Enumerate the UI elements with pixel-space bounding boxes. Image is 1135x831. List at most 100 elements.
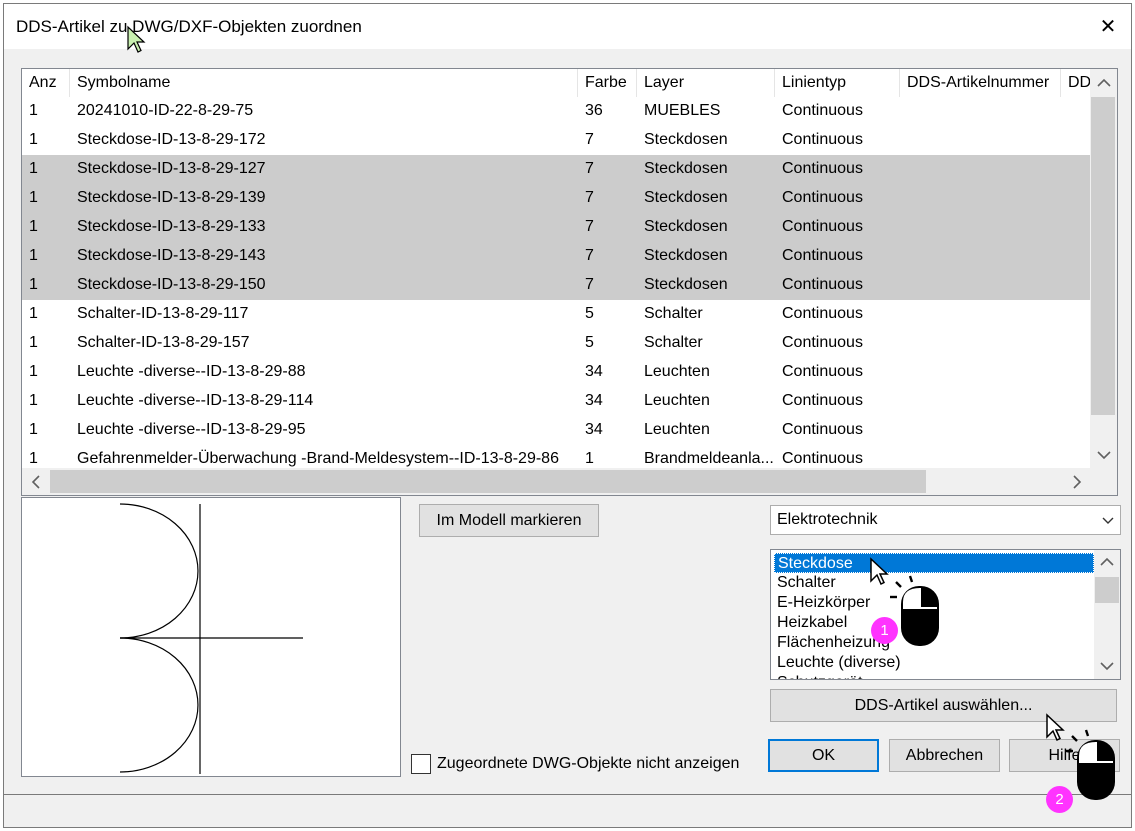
table-cell-layer: Brandmeldeanla... bbox=[644, 450, 774, 467]
column-header-dds-artikelnummer[interactable]: DDS-Artikelnummer bbox=[900, 69, 1061, 97]
table-row[interactable]: 1 Schalter-ID-13-8-29-157 5 Schalter Continu… bbox=[22, 329, 1090, 358]
mark-in-model-button[interactable]: Im Modell markieren bbox=[419, 504, 599, 537]
table-row[interactable]: 1 Leuchte -diverse--ID-13-8-29-114 34 Leuch… bbox=[22, 387, 1090, 416]
annotation-marker-1: 1 bbox=[871, 617, 898, 644]
table-cell-linientyp: Continuous bbox=[782, 421, 863, 438]
table-cell-layer: Leuchten bbox=[644, 363, 710, 380]
table-cell-symbol: Leuchte -diverse--ID-13-8-29-114 bbox=[77, 392, 314, 409]
table-row[interactable]: 1 Schalter-ID-13-8-29-117 5 Schalter Continu… bbox=[22, 300, 1090, 329]
table-cell-layer: Leuchten bbox=[644, 421, 710, 438]
scroll-down-button[interactable] bbox=[1090, 441, 1117, 468]
table-row[interactable]: 1 Leuchte -diverse--ID-13-8-29-95 34 Leucht… bbox=[22, 416, 1090, 445]
table-cell-farbe: 7 bbox=[585, 247, 594, 264]
table-cell-anz: 1 bbox=[29, 218, 38, 235]
table-cell-farbe: 1 bbox=[585, 450, 594, 467]
table-cell-linientyp: Continuous bbox=[782, 218, 863, 235]
listbox-item[interactable]: Schutzgerät bbox=[774, 673, 862, 679]
annotation-marker-2: 2 bbox=[1046, 786, 1073, 813]
close-button[interactable]: ✕ bbox=[1085, 4, 1131, 49]
table-horizontal-scrollbar[interactable] bbox=[22, 468, 1090, 495]
table-cell-anz: 1 bbox=[29, 247, 38, 264]
table-cell-layer: Steckdosen bbox=[644, 247, 728, 264]
table-cell-symbol: Gefahrenmelder-Überwachung -Brand-Meldes… bbox=[77, 450, 559, 467]
chevron-up-icon bbox=[1100, 557, 1114, 566]
chevron-up-icon bbox=[1096, 78, 1111, 87]
table-cell-layer: Steckdosen bbox=[644, 160, 728, 177]
column-header-dd[interactable]: DD bbox=[1061, 69, 1090, 97]
scroll-up-button[interactable] bbox=[1090, 69, 1117, 96]
table-cell-symbol: Steckdose-ID-13-8-29-150 bbox=[77, 276, 266, 293]
column-header-farbe[interactable]: Farbe bbox=[578, 69, 637, 97]
hide-assigned-checkbox[interactable] bbox=[411, 754, 431, 774]
table-row[interactable]: 1 Steckdose-ID-13-8-29-133 7 Steckdosen Cont… bbox=[22, 213, 1090, 242]
table-cell-linientyp: Continuous bbox=[782, 102, 863, 119]
table-cell-symbol: Schalter-ID-13-8-29-117 bbox=[77, 305, 249, 322]
table-cell-layer: Schalter bbox=[644, 334, 703, 351]
listbox-item[interactable]: Steckdose bbox=[774, 553, 1094, 573]
listbox-item[interactable]: Heizkabel bbox=[774, 613, 847, 633]
table-row[interactable]: 1 Steckdose-ID-13-8-29-172 7 Steckdosen Cont… bbox=[22, 126, 1090, 155]
scroll-right-button[interactable] bbox=[1063, 468, 1090, 495]
table-row[interactable]: 1 Gefahrenmelder-Überwachung -Brand-Melde… bbox=[22, 445, 1090, 468]
table-cell-symbol: Steckdose-ID-13-8-29-133 bbox=[77, 218, 266, 235]
column-header-anz[interactable]: Anz bbox=[22, 69, 70, 97]
horizontal-scroll-thumb[interactable] bbox=[50, 470, 926, 493]
table-row[interactable]: 1 Steckdose-ID-13-8-29-127 7 Steckdosen Cont… bbox=[22, 155, 1090, 184]
table-cell-farbe: 5 bbox=[585, 334, 594, 351]
table-cell-layer: Schalter bbox=[644, 305, 703, 322]
table-cell-linientyp: Continuous bbox=[782, 450, 863, 467]
listbox-scroll-up-button[interactable] bbox=[1094, 550, 1120, 574]
column-header-linientyp[interactable]: Linientyp bbox=[775, 69, 900, 97]
ok-button[interactable]: OK bbox=[768, 739, 879, 772]
hide-assigned-checkbox-label: Zugeordnete DWG-Objekte nicht anzeigen bbox=[437, 755, 740, 772]
table-cell-layer: MUEBLES bbox=[644, 102, 721, 119]
chevron-down-icon bbox=[1096, 450, 1111, 459]
table-row[interactable]: 1 Steckdose-ID-13-8-29-150 7 Steckdosen Cont… bbox=[22, 271, 1090, 300]
listbox-scrollbar[interactable] bbox=[1094, 550, 1120, 679]
cancel-button[interactable]: Abbrechen bbox=[889, 739, 1000, 772]
table-row[interactable]: 1 Steckdose-ID-13-8-29-139 7 Steckdosen Cont… bbox=[22, 184, 1090, 213]
hide-assigned-checkbox-row[interactable]: Zugeordnete DWG-Objekte nicht anzeigen bbox=[411, 752, 739, 776]
table-cell-anz: 1 bbox=[29, 189, 38, 206]
column-header-symbolname[interactable]: Symbolname bbox=[70, 69, 578, 97]
table-vertical-scrollbar[interactable] bbox=[1090, 69, 1117, 468]
dialog-window: DDS-Artikel zu DWG/DXF-Objekten zuordnen… bbox=[3, 3, 1132, 795]
listbox-item[interactable]: Leuchte (diverse) bbox=[774, 653, 901, 673]
table-cell-farbe: 7 bbox=[585, 218, 594, 235]
table-cell-symbol: Leuchte -diverse--ID-13-8-29-88 bbox=[77, 363, 306, 380]
symbol-table[interactable]: Anz Symbolname Farbe Layer Linientyp DDS… bbox=[21, 68, 1118, 496]
table-cell-farbe: 34 bbox=[585, 363, 603, 380]
symbol-preview bbox=[21, 497, 401, 777]
column-header-layer[interactable]: Layer bbox=[637, 69, 775, 97]
table-cell-farbe: 7 bbox=[585, 131, 594, 148]
table-row[interactable]: 1 Leuchte -diverse--ID-13-8-29-88 34 Leucht… bbox=[22, 358, 1090, 387]
scrollbar-corner bbox=[1090, 468, 1117, 495]
table-header: Anz Symbolname Farbe Layer Linientyp DDS… bbox=[22, 69, 1090, 97]
table-cell-farbe: 7 bbox=[585, 160, 594, 177]
listbox-scroll-thumb[interactable] bbox=[1095, 577, 1119, 603]
category-dropdown[interactable]: Elektrotechnik bbox=[770, 505, 1121, 535]
table-cell-symbol: Steckdose-ID-13-8-29-139 bbox=[77, 189, 266, 206]
table-cell-anz: 1 bbox=[29, 276, 38, 293]
table-row[interactable]: 1 20241010-ID-22-8-29-75 36 MUEBLES Continuo… bbox=[22, 97, 1090, 126]
table-cell-linientyp: Continuous bbox=[782, 276, 863, 293]
table-cell-anz: 1 bbox=[29, 102, 38, 119]
table-row[interactable]: 1 Steckdose-ID-13-8-29-143 7 Steckdosen Cont… bbox=[22, 242, 1090, 271]
table-cell-anz: 1 bbox=[29, 421, 38, 438]
table-cell-linientyp: Continuous bbox=[782, 305, 863, 322]
table-cell-farbe: 7 bbox=[585, 189, 594, 206]
listbox-item[interactable]: E-Heizkörper bbox=[774, 593, 870, 613]
scroll-left-button[interactable] bbox=[22, 468, 49, 495]
table-cell-layer: Steckdosen bbox=[644, 218, 728, 235]
table-cell-farbe: 36 bbox=[585, 102, 603, 119]
table-cell-layer: Steckdosen bbox=[644, 276, 728, 293]
table-cell-farbe: 34 bbox=[585, 421, 603, 438]
table-cell-symbol: Schalter-ID-13-8-29-157 bbox=[77, 334, 250, 351]
listbox-item[interactable]: Schalter bbox=[774, 573, 836, 593]
vertical-scroll-thumb[interactable] bbox=[1091, 97, 1115, 415]
listbox-scroll-down-button[interactable] bbox=[1094, 654, 1120, 678]
table-cell-anz: 1 bbox=[29, 160, 38, 177]
table-cell-anz: 1 bbox=[29, 334, 38, 351]
table-cell-symbol: Steckdose-ID-13-8-29-143 bbox=[77, 247, 266, 264]
table-cell-anz: 1 bbox=[29, 305, 38, 322]
